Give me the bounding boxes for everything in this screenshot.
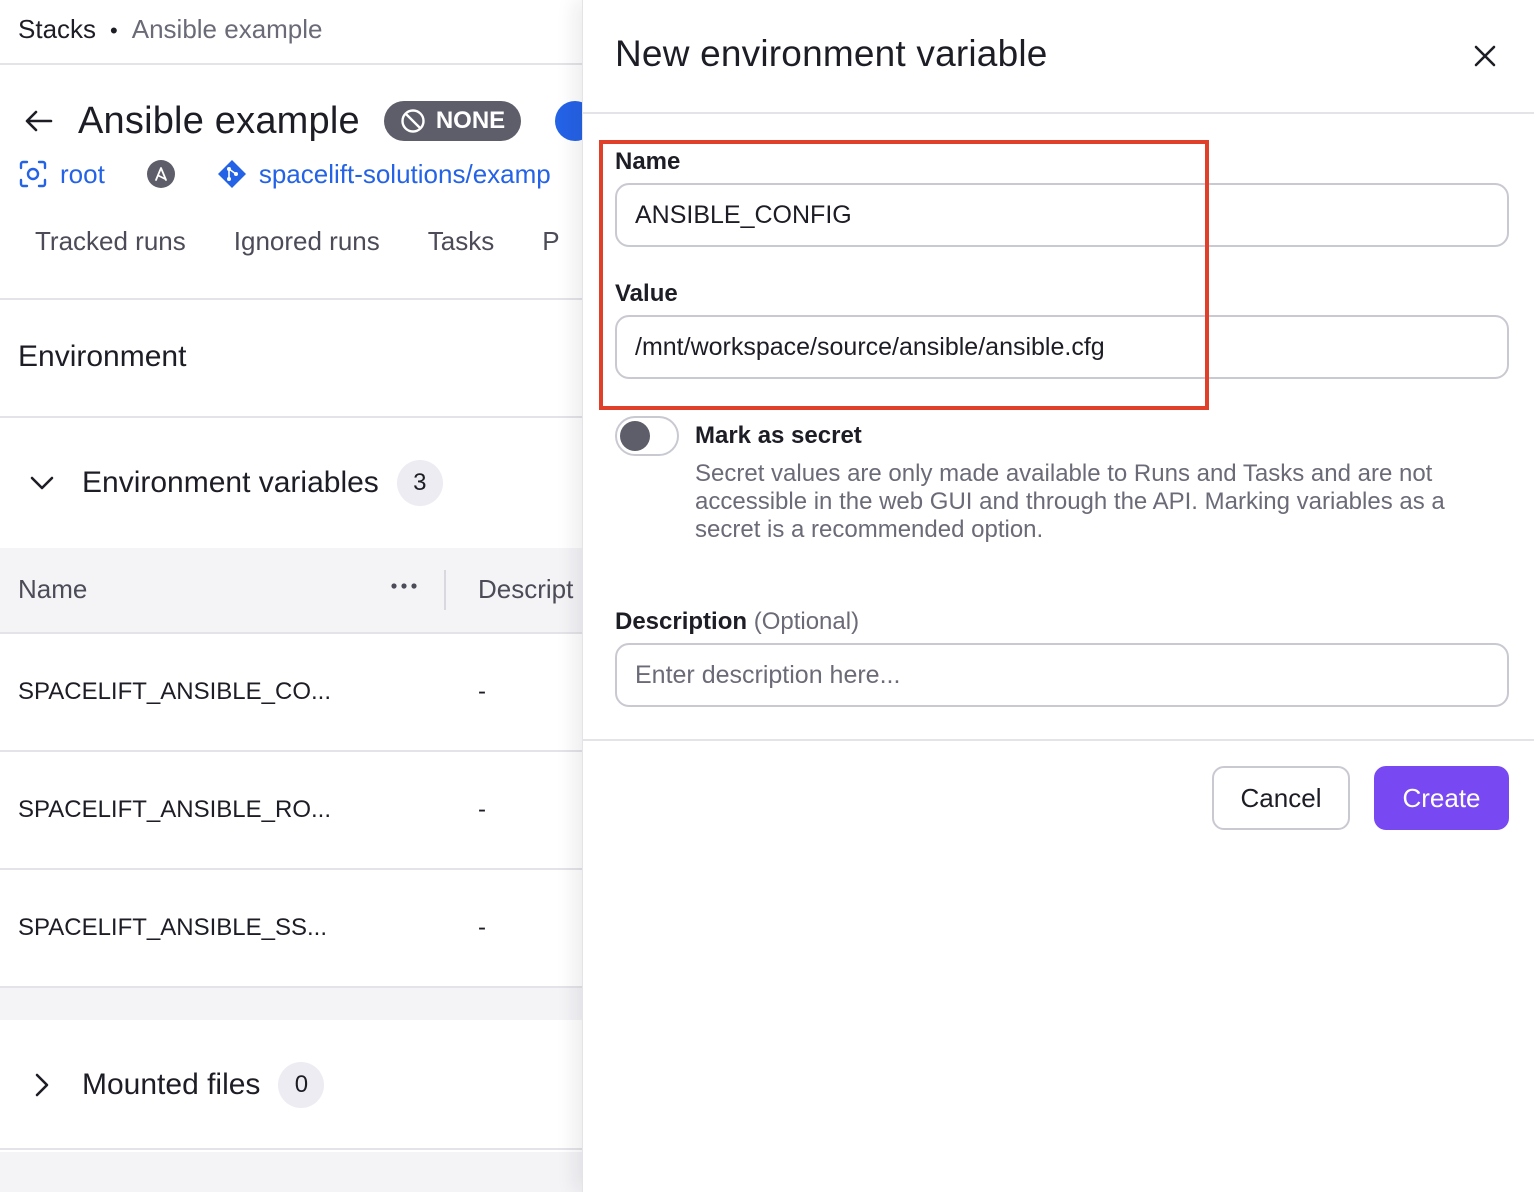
mounted-files-section: Mounted files 0 [0,1020,582,1150]
git-icon [217,160,246,188]
breadcrumb-current: Ansible example [131,14,323,44]
env-vars-title: Environment variables [82,466,379,499]
mounted-files-title: Mounted files [82,1068,261,1101]
mark-as-secret-toggle[interactable] [615,416,679,456]
drawer-footer-divider [583,739,1534,741]
env-var-name: SPACELIFT_ANSIBLE_CO... [18,678,331,705]
tab-truncated[interactable]: P [542,226,559,257]
space-icon [19,160,47,188]
column-header-description[interactable]: Descript [478,574,573,605]
column-resize-handle[interactable] [444,570,446,610]
env-vars-header[interactable]: Environment variables 3 [22,460,443,506]
space-name: root [60,158,105,189]
blocked-icon [401,109,425,133]
description-label-text: Description [615,608,748,635]
space-link[interactable]: root [18,159,105,190]
column-header-name[interactable]: Name [18,574,87,605]
name-input[interactable] [615,183,1509,247]
new-env-var-drawer: New environment variable Name Value Mark… [582,0,1534,1192]
close-icon[interactable] [1467,38,1503,74]
mark-as-secret-label: Mark as secret [695,422,862,449]
section-gap [0,1152,582,1192]
ansible-icon [146,160,175,188]
mounted-files-count: 0 [278,1062,325,1108]
table-row[interactable]: SPACELIFT_ANSIBLE_CO... - [0,634,582,752]
value-label: Value [615,280,678,307]
table-header: Name Descript [0,548,582,634]
stack-meta: root spacelift-solutions/examp [18,155,551,193]
breadcrumb-stacks-link[interactable]: Stacks [18,14,96,44]
toggle-knob [620,421,650,451]
stack-page: Stacks • Ansible example Ansible example N… [0,0,582,1192]
env-var-description: - [478,914,486,941]
section-divider [0,416,582,418]
env-var-description: - [478,796,486,823]
drawer-title: New environment variable [615,33,1048,74]
drawer-header-divider [583,112,1534,114]
repository-link[interactable]: spacelift-solutions/examp [217,159,551,190]
tabs-divider [0,298,582,300]
tab-tasks[interactable]: Tasks [428,226,494,257]
secret-help-text: Secret values are only made available to… [695,460,1445,543]
env-var-description: - [478,678,486,705]
create-button[interactable]: Create [1374,766,1509,830]
mounted-files-header[interactable]: Mounted files 0 [22,1062,325,1108]
section-title: Environment [18,340,187,373]
state-badge: NONE [383,101,522,141]
cancel-button[interactable]: Cancel [1212,766,1350,830]
name-label: Name [615,148,681,175]
chevron-right-icon[interactable] [22,1065,62,1105]
breadcrumb: Stacks • Ansible example [18,14,323,45]
status-pill [555,101,582,141]
table-row[interactable]: SPACELIFT_ANSIBLE_SS... - [0,870,582,988]
tab-tracked-runs[interactable]: Tracked runs [35,226,186,257]
chevron-down-icon[interactable] [22,463,62,503]
env-vars-count: 3 [396,460,443,506]
back-arrow-icon[interactable] [18,100,60,142]
env-var-name: SPACELIFT_ANSIBLE_RO... [18,796,331,823]
repository-name: spacelift-solutions/examp [258,158,551,189]
tab-ignored-runs[interactable]: Ignored runs [234,226,380,257]
page-title: Ansible example [78,99,360,142]
table-row[interactable]: SPACELIFT_ANSIBLE_RO... - [0,752,582,870]
env-var-name: SPACELIFT_ANSIBLE_SS... [18,914,328,941]
description-input[interactable] [615,643,1509,707]
description-label: Description (Optional) [615,608,859,636]
state-badge-label: NONE [435,107,506,134]
stack-tabs: Tracked runs Ignored runs Tasks P [35,226,560,257]
more-options-icon[interactable] [388,570,420,602]
optional-hint: (Optional) [753,608,860,635]
breadcrumb-separator: • [110,18,118,43]
section-gap [0,988,582,1020]
stack-title-row: Ansible example NONE [18,98,522,144]
value-input[interactable] [615,315,1509,379]
header-divider [0,63,582,65]
